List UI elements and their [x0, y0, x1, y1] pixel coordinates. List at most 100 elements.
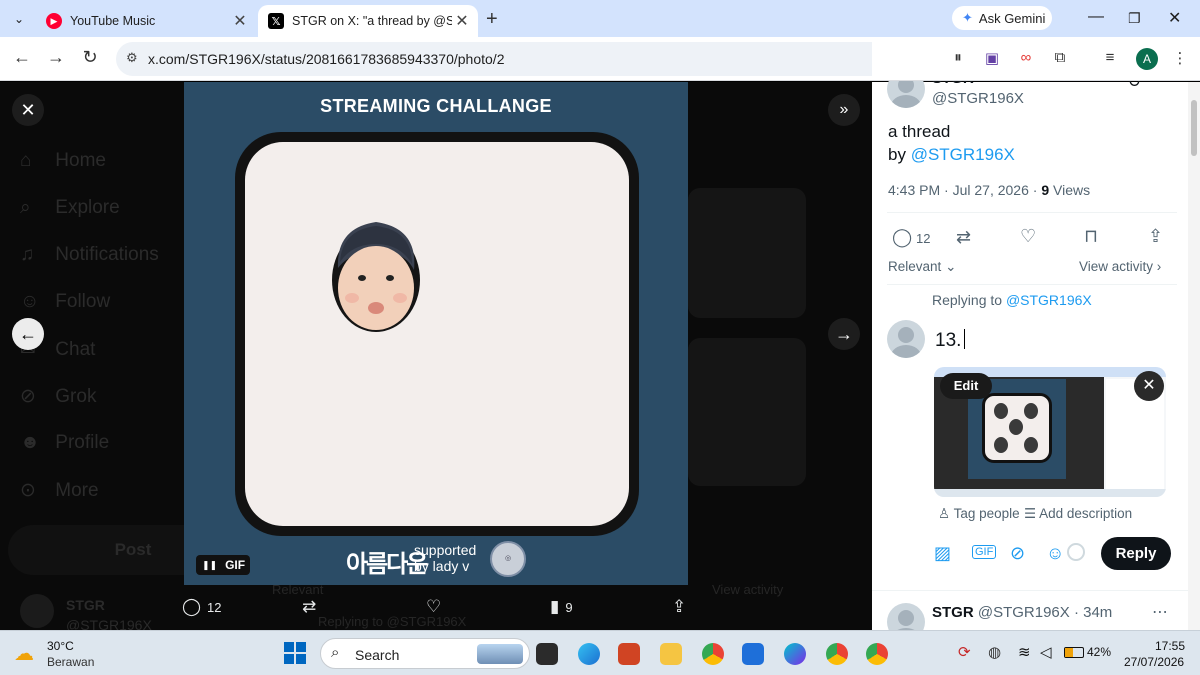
- url-text[interactable]: x.com/STGR196X/status/208166178368594337…: [148, 51, 504, 67]
- start-tile: [296, 654, 306, 664]
- media-reply-action[interactable]: ◯ 12: [182, 597, 222, 617]
- extensions-puzzle-icon[interactable]: ⧉: [1050, 49, 1070, 66]
- edit-image-button[interactable]: Edit: [940, 373, 992, 399]
- volume-icon[interactable]: ◁: [1040, 643, 1052, 661]
- next-image-button[interactable]: →: [828, 318, 860, 350]
- emoji-icon[interactable]: ☺: [1046, 543, 1064, 564]
- relevant-sort-dropdown[interactable]: Relevant ⌄: [888, 259, 956, 275]
- chrome-profile-2-icon[interactable]: [866, 643, 888, 665]
- previous-image-button[interactable]: ←: [12, 318, 44, 350]
- gif-pause-control[interactable]: ❚❚ GIF: [196, 555, 250, 575]
- infinity-extension-icon[interactable]: ∞: [1016, 49, 1036, 66]
- composer-avatar[interactable]: [887, 320, 925, 358]
- site-info-icon[interactable]: ⚙: [126, 50, 138, 66]
- new-tab-plus-icon[interactable]: +: [486, 8, 498, 31]
- search-icon: ⌕: [331, 644, 340, 661]
- wifi-icon[interactable]: ≋: [1018, 643, 1031, 661]
- close-tab-icon[interactable]: ✕: [452, 11, 472, 31]
- gif-icon[interactable]: GIF: [972, 545, 997, 559]
- file-explorer-icon[interactable]: [660, 643, 682, 665]
- remove-image-button[interactable]: ✕: [1134, 371, 1164, 401]
- media-image[interactable]: STREAMING CHALLANGE 아름다운 supported by la…: [184, 82, 688, 585]
- tag-people-button[interactable]: ♙ Tag people: [938, 506, 1020, 522]
- tab-title: STGR on X: "a thread by @STGR: [292, 14, 452, 28]
- taskbar-search-box[interactable]: ⌕ Search: [320, 638, 530, 669]
- chrome-profile-a-icon[interactable]: [826, 643, 848, 665]
- share-icon[interactable]: ⇪: [1148, 226, 1163, 247]
- miro-icon[interactable]: [742, 643, 764, 665]
- restore-icon[interactable]: ❐: [1128, 10, 1141, 27]
- post-mention-link[interactable]: @STGR196X: [911, 145, 1015, 164]
- screen: ⌄ ▶ YouTube Music ✕ 𝕏 STGR on X: "a thre…: [0, 0, 1200, 675]
- tab-title: YouTube Music: [70, 14, 156, 28]
- address-bar[interactable]: ⚙ x.com/STGR196X/status/2081661783685943…: [116, 42, 918, 76]
- reply-bubble-icon: ◯: [182, 597, 202, 616]
- chrome-icon[interactable]: [702, 643, 724, 665]
- windows-start-icon[interactable]: [284, 642, 306, 664]
- bookmark-icon[interactable]: ⊓: [1084, 226, 1098, 247]
- media-like-action[interactable]: ♡: [426, 597, 447, 617]
- tab-x-thread[interactable]: 𝕏 STGR on X: "a thread by @STGR ✕: [258, 5, 478, 37]
- ask-gemini-button[interactable]: ✦ Ask Gemini: [952, 6, 1052, 30]
- pause-extension-icon[interactable]: ⏸: [948, 49, 968, 66]
- browser-tab-strip: ⌄ ▶ YouTube Music ✕ 𝕏 STGR on X: "a thre…: [0, 0, 1200, 37]
- media-share-action[interactable]: ⇪: [672, 597, 692, 617]
- scrollbar-thumb[interactable]: [1191, 100, 1197, 156]
- task-view-icon[interactable]: [536, 643, 558, 665]
- weather-condition[interactable]: Berawan: [47, 655, 94, 669]
- back-arrow-icon[interactable]: ←: [10, 47, 34, 68]
- media-views-count: 9: [565, 599, 573, 615]
- canva-icon[interactable]: [784, 643, 806, 665]
- media-queue-icon[interactable]: ≡: [1100, 49, 1120, 66]
- reply-icon[interactable]: ◯: [892, 227, 912, 248]
- nav-profile: ☻ Profile: [20, 432, 109, 454]
- replying-handle-link[interactable]: @STGR196X: [1006, 292, 1092, 308]
- nav-explore-label: Explore: [55, 197, 120, 218]
- reply-author-handle[interactable]: @STGR196X: [978, 604, 1070, 621]
- battery-percent[interactable]: 42%: [1087, 645, 1111, 659]
- like-heart-icon[interactable]: ♡: [1020, 226, 1036, 247]
- chevron-down-icon: ⌄: [945, 259, 957, 274]
- battery-icon[interactable]: [1064, 647, 1084, 658]
- repost-icon[interactable]: ⇄: [956, 227, 971, 248]
- add-description-button[interactable]: ☰ Add description: [1024, 506, 1132, 522]
- side-panel-scrollbar[interactable]: [1188, 82, 1200, 630]
- more-options-icon[interactable]: ⋯: [1152, 602, 1168, 622]
- supported-line-1: supported: [414, 542, 477, 558]
- expand-sidebar-button[interactable]: »: [828, 94, 860, 126]
- clock-time[interactable]: 17:55: [1155, 639, 1185, 653]
- tab-search-chevron-icon[interactable]: ⌄: [6, 6, 32, 32]
- reply-author-name[interactable]: STGR: [932, 604, 974, 621]
- forward-arrow-icon[interactable]: →: [44, 47, 68, 68]
- close-viewer-button[interactable]: ✕: [12, 94, 44, 126]
- browser-menu-icon[interactable]: ⋮: [1170, 49, 1190, 67]
- reload-icon[interactable]: ↻: [78, 47, 102, 68]
- tray-security-icon[interactable]: ⟳: [958, 643, 971, 661]
- edge-browser-icon[interactable]: [578, 643, 600, 665]
- post-text-line-2: by @STGR196X: [888, 145, 1015, 165]
- media-frame: [235, 132, 639, 536]
- reply-button[interactable]: Reply: [1101, 537, 1171, 570]
- minimize-icon[interactable]: —: [1088, 8, 1104, 26]
- view-activity-link[interactable]: View activity ›: [1079, 259, 1161, 274]
- media-repost-action[interactable]: ⇄: [302, 597, 322, 617]
- tray-network-globe-icon[interactable]: ◍: [988, 643, 1001, 661]
- thumb-face-3: [1009, 419, 1023, 435]
- post-author-handle[interactable]: @STGR196X: [932, 90, 1024, 107]
- weather-cloud-icon[interactable]: ☁: [14, 641, 34, 666]
- twitch-extension-icon[interactable]: ▣: [982, 49, 1002, 67]
- x-logo-icon: 𝕏: [268, 13, 284, 29]
- grok-compose-icon[interactable]: ⊘: [1010, 543, 1025, 564]
- close-tab-icon[interactable]: ✕: [230, 11, 250, 31]
- thumb-face-1: [994, 403, 1008, 419]
- close-window-icon[interactable]: ✕: [1168, 8, 1181, 28]
- tab-youtube-music[interactable]: ▶ YouTube Music ✕: [36, 5, 256, 37]
- powerpoint-icon[interactable]: [618, 643, 640, 665]
- search-highlight-image: [477, 644, 523, 664]
- media-views-action[interactable]: ▮ 9: [550, 597, 573, 617]
- profile-avatar[interactable]: A: [1136, 48, 1158, 70]
- image-upload-icon[interactable]: ▨: [934, 543, 951, 564]
- clock-date[interactable]: 27/07/2026: [1124, 655, 1184, 669]
- reply-composer-input[interactable]: 13.: [935, 329, 966, 352]
- weather-temp[interactable]: 30°C: [47, 639, 74, 653]
